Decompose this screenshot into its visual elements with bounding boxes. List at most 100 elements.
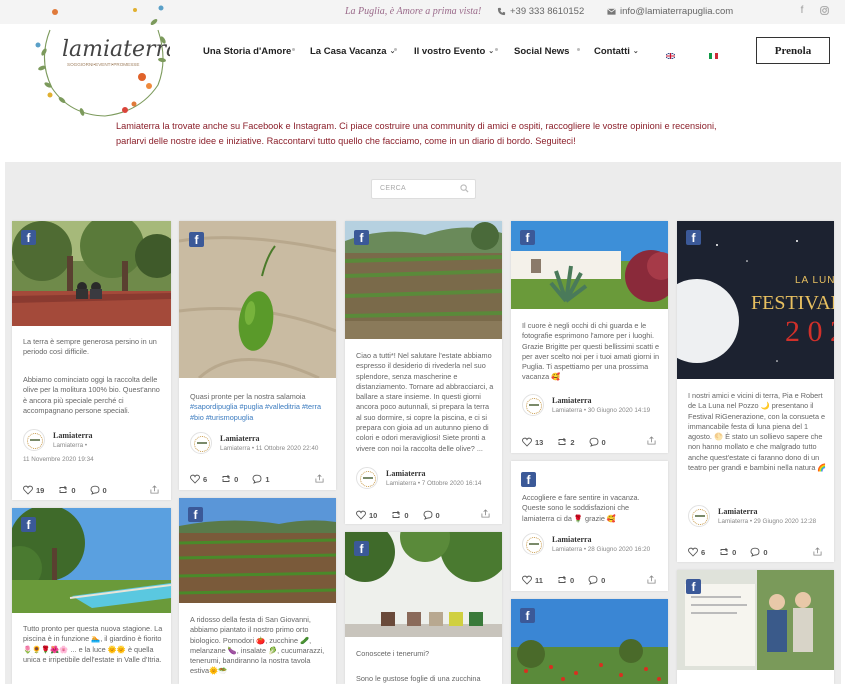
- retweet-icon: [222, 474, 230, 482]
- logo-subtitle: SOGGIORNI•EVENTI•PROMESSE: [67, 62, 139, 67]
- facebook-badge-icon: f: [520, 608, 535, 623]
- instagram-icon[interactable]: [818, 5, 830, 18]
- post-card[interactable]: LA LUNA FESTIVAL E 2 0 2 f I nostri amic…: [677, 221, 834, 562]
- post-author[interactable]: Lamiaterra Lamiaterra • 7 Ottobre 2020 16…: [356, 466, 481, 490]
- nav-evento[interactable]: Il vostro Evento ⌄: [414, 44, 494, 58]
- post-date: Lamiaterra • 11 Ottobre 2020 22:40: [220, 445, 319, 452]
- facebook-badge-icon: f: [188, 507, 203, 522]
- share-icon[interactable]: [315, 474, 324, 483]
- post-card[interactable]: f Tutto pronto per questa nuova stagione…: [12, 508, 171, 684]
- comment-button[interactable]: 1: [252, 474, 270, 484]
- avatar: [522, 533, 544, 555]
- post-text: Abbiamo cominciato oggi la raccolta dell…: [23, 375, 160, 415]
- post-card[interactable]: f Accogliere e fare sentire in vacanza. …: [511, 461, 668, 591]
- flag-italian-icon[interactable]: [709, 46, 718, 59]
- post-author[interactable]: Lamiaterra Lamiaterra • 30 Giugno 2020 14…: [522, 393, 650, 417]
- post-author[interactable]: Lamiaterra Lamiaterra •: [23, 428, 93, 452]
- post-card[interactable]: f: [511, 599, 668, 684]
- nav-separator: [394, 48, 397, 51]
- comment-button[interactable]: 0: [750, 547, 768, 557]
- post-author[interactable]: Lamiaterra Lamiaterra • 28 Giugno 2020 16…: [522, 532, 650, 556]
- share-icon[interactable]: [647, 575, 656, 584]
- heart-icon: [356, 510, 366, 520]
- retweet-button[interactable]: 2: [557, 437, 575, 447]
- retweet-button[interactable]: 0: [221, 474, 238, 484]
- post-card[interactable]: f Conoscete i tenerumi? Sono le gustose …: [345, 532, 502, 684]
- chevron-down-icon: ⌄: [632, 48, 639, 55]
- post-author[interactable]: Lamiaterra Lamiaterra • 29 Giugno 2020 12…: [688, 504, 816, 528]
- post-text: Conoscete i tenerumi?: [356, 649, 430, 658]
- post-card[interactable]: f La terra è sempre generosa persino in …: [12, 221, 171, 500]
- facebook-badge-icon: f: [686, 230, 701, 245]
- post-date: Lamiaterra • 29 Giugno 2020 12:28: [718, 518, 817, 525]
- like-button[interactable]: 6: [190, 474, 207, 484]
- author-name: Lamiaterra: [53, 431, 93, 440]
- like-button[interactable]: 19: [23, 485, 44, 495]
- post-text: La terra è sempre generosa persino in un…: [23, 337, 157, 357]
- facebook-icon[interactable]: f: [796, 5, 808, 16]
- post-text: Il cuore è negli occhi di chi guarda e l…: [522, 321, 660, 382]
- heart-icon: [190, 474, 200, 484]
- retweet-icon: [558, 437, 567, 445]
- retweet-icon: [59, 485, 68, 493]
- retweet-button[interactable]: 0: [391, 510, 409, 520]
- comment-button[interactable]: 0: [90, 485, 107, 495]
- comment-button[interactable]: 0: [423, 510, 440, 520]
- nav-social-news[interactable]: Social News: [514, 44, 569, 58]
- email-address: info@lamiaterrapuglia.com: [620, 6, 734, 17]
- logo[interactable]: lamiaterra SOGGIORNI•EVENTI•PROMESSE: [30, 0, 179, 125]
- nav-casa-vacanza[interactable]: La Casa Vacanza ⌄: [310, 44, 395, 58]
- nav-storia[interactable]: Una Storia d'Amore: [203, 44, 291, 58]
- post-date: 11 Novembre 2020 19:34: [23, 456, 94, 463]
- flag-english-icon[interactable]: [665, 46, 676, 60]
- retweet-icon: [558, 575, 566, 583]
- email-link[interactable]: info@lamiaterrapuglia.com: [607, 6, 733, 17]
- phone-link[interactable]: +39 333 8610152: [497, 6, 584, 17]
- prenota-button[interactable]: Prenola: [756, 37, 830, 64]
- post-date: Lamiaterra • 30 Giugno 2020 14:19: [552, 407, 651, 414]
- author-name: Lamiaterra: [718, 507, 758, 516]
- share-icon[interactable]: [647, 436, 656, 445]
- retweet-button[interactable]: 0: [557, 575, 574, 585]
- retweet-button[interactable]: 0: [58, 485, 76, 495]
- author-name: Lamiaterra: [552, 396, 592, 405]
- post-text: Ciao a tutti*! Nel salutare l'estate abb…: [356, 351, 494, 453]
- phone-number: +39 333 8610152: [510, 6, 585, 17]
- post-card[interactable]: f Il cuore è negli occhi di chi guarda e…: [511, 221, 668, 453]
- like-button[interactable]: 11: [522, 575, 543, 585]
- post-actions: 13 2 0: [522, 435, 620, 449]
- share-icon[interactable]: [813, 547, 822, 556]
- post-card[interactable]: f A ridosso della festa di San Giovanni,…: [179, 498, 336, 684]
- facebook-badge-icon: f: [521, 472, 536, 487]
- share-icon[interactable]: [481, 509, 490, 518]
- post-author[interactable]: Lamiaterra Lamiaterra • 11 Ottobre 2020 2…: [190, 431, 318, 455]
- post-card[interactable]: f Ciao a tutti*! Nel salutare l'estate a…: [345, 221, 502, 524]
- author-name: Lamiaterra: [552, 535, 592, 544]
- post-card[interactable]: Quasi pronte per la nostra salamoia #sapo…: [179, 221, 336, 490]
- nav-separator: [495, 48, 498, 51]
- nav-contatti[interactable]: Contatti ⌄: [594, 44, 639, 58]
- avatar: [688, 505, 710, 527]
- search-input[interactable]: CERCA: [371, 179, 476, 199]
- post-date: Lamiaterra • 7 Ottobre 2020 16:14: [386, 480, 482, 487]
- comment-button[interactable]: 0: [589, 437, 606, 447]
- facebook-badge-icon: f: [686, 579, 701, 594]
- post-image-festival-poster[interactable]: LA LUNA FESTIVAL E 2 0 2: [677, 221, 834, 379]
- avatar: [356, 467, 378, 489]
- comment-icon: [90, 485, 99, 495]
- facebook-badge-icon: f: [189, 232, 204, 247]
- poster-title: LA LUNA: [795, 275, 834, 286]
- comment-icon: [588, 575, 598, 585]
- post-card[interactable]: f: [677, 570, 834, 684]
- share-icon[interactable]: [150, 485, 159, 494]
- author-handle: Lamiaterra •: [53, 442, 88, 449]
- author-name: Lamiaterra: [220, 434, 260, 443]
- retweet-button[interactable]: 0: [719, 547, 736, 557]
- like-button[interactable]: 10: [356, 510, 377, 520]
- comment-button[interactable]: 0: [588, 575, 605, 585]
- avatar: [23, 429, 45, 451]
- facebook-badge-icon: f: [520, 230, 535, 245]
- like-button[interactable]: 6: [688, 547, 705, 557]
- like-button[interactable]: 13: [522, 437, 543, 447]
- search-icon[interactable]: [460, 184, 469, 193]
